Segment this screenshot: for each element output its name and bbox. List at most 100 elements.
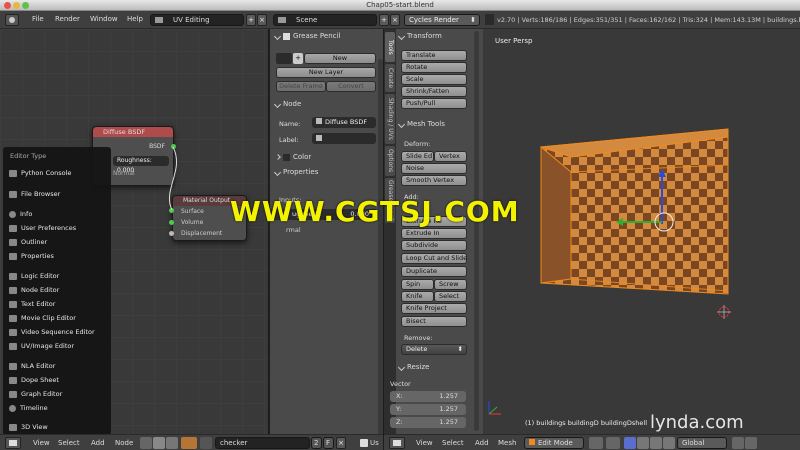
new-button[interactable]: New (304, 53, 376, 64)
add-icon[interactable]: + (293, 53, 303, 64)
subdivide-button[interactable]: Subdivide (401, 240, 467, 251)
tools-scrollbar[interactable] (474, 31, 479, 431)
tab-create[interactable]: Create (385, 64, 395, 92)
slide-edge-button[interactable]: Slide Ed (401, 151, 434, 162)
knife-button[interactable]: Knife (401, 291, 434, 302)
info-editor-type-button[interactable] (5, 14, 19, 26)
menu-item-python-console[interactable]: Python Console (9, 167, 71, 179)
menu-item-timeline[interactable]: Timeline (9, 402, 48, 414)
screw-button[interactable]: Screw (434, 279, 467, 290)
extrude-individual-button[interactable]: Extrude In (401, 228, 467, 239)
unlink-material-button[interactable]: × (336, 437, 346, 449)
3d-menu-add[interactable]: Add (475, 439, 489, 447)
menu-item-text-editor[interactable]: Text Editor (9, 298, 55, 310)
menu-item-movie-clip-editor[interactable]: Movie Clip Editor (9, 312, 76, 324)
3d-viewport[interactable]: User Persp (1) buildings buildingD build… (483, 29, 800, 434)
minimize-window-button[interactable] (13, 2, 20, 9)
delete-frame-button[interactable]: Delete Frame (276, 81, 326, 92)
vertex-select-icon[interactable] (732, 437, 744, 449)
convert-button[interactable]: Convert (326, 81, 376, 92)
zoom-window-button[interactable] (22, 2, 29, 9)
shrink-fatten-button[interactable]: Shrink/Fatten (401, 86, 467, 97)
render-engine-select[interactable]: Cycles Render ⬍ (404, 14, 480, 26)
menu-help[interactable]: Help (127, 15, 143, 23)
node-name-field[interactable]: Diffuse BSDF (312, 117, 376, 128)
node-panel-header[interactable]: Node (272, 99, 377, 110)
grease-pencil-header[interactable]: Grease Pencil (272, 31, 377, 42)
remove-layout-button[interactable]: × (257, 14, 267, 26)
menu-node[interactable]: Node (115, 439, 133, 447)
menu-window[interactable]: Window (90, 15, 118, 23)
viewport-shading-icon[interactable] (589, 437, 603, 449)
add-layout-button[interactable]: + (246, 14, 256, 26)
menu-item-user-preferences[interactable]: User Preferences (9, 222, 76, 234)
menu-item-dope-sheet[interactable]: Dope Sheet (9, 374, 59, 386)
transform-orientation-select[interactable]: Global (677, 437, 727, 449)
menu-render[interactable]: Render (55, 15, 80, 23)
3d-menu-view[interactable]: View (416, 439, 433, 447)
scene-select[interactable]: Scene (273, 14, 377, 26)
loop-cut-button[interactable]: Loop Cut and Slide (401, 253, 467, 264)
screen-layout-select[interactable]: UV Editing (150, 14, 244, 26)
new-layer-button[interactable]: New Layer (276, 67, 376, 78)
editor-type-button[interactable] (5, 437, 21, 449)
properties-scrollbar[interactable] (378, 59, 383, 439)
resize-panel-header[interactable]: Resize (396, 362, 476, 373)
transform-panel-header[interactable]: Transform (396, 31, 476, 42)
menu-item-properties[interactable]: Properties (9, 250, 54, 262)
fake-user-button[interactable]: F (323, 437, 334, 449)
add-scene-button[interactable]: + (379, 14, 389, 26)
manipulator-icon[interactable] (624, 437, 636, 449)
browse-material-icon[interactable] (200, 437, 212, 449)
vector-y-field[interactable]: Y: 1.257 (390, 404, 466, 415)
rotate-button[interactable]: Rotate (401, 62, 467, 73)
remove-scene-button[interactable]: × (390, 14, 400, 26)
noise-button[interactable]: Noise (401, 163, 467, 174)
material-preview-icon[interactable] (181, 437, 197, 449)
tab-shading-uvs[interactable]: Shading / UVs (385, 94, 395, 144)
knife-project-button[interactable]: Knife Project (401, 303, 467, 314)
node-label-field[interactable] (312, 133, 376, 144)
rotate-manipulator-icon[interactable] (650, 437, 662, 449)
menu-item-node-editor[interactable]: Node Editor (9, 284, 59, 296)
object-shader-icon[interactable] (153, 437, 165, 449)
slide-vertex-button[interactable]: Vertex (434, 151, 467, 162)
vector-z-field[interactable]: Z: 1.257 (390, 417, 466, 428)
volume-input-socket[interactable] (169, 220, 174, 225)
menu-item-graph-editor[interactable]: Graph Editor (9, 388, 62, 400)
tab-options[interactable]: Options (385, 146, 395, 176)
smooth-vertex-button[interactable]: Smooth Vertex (401, 175, 467, 186)
menu-item-3d-view[interactable]: 3D View (9, 421, 48, 433)
use-nodes-checkbox[interactable] (360, 439, 368, 447)
material-users-count[interactable]: 2 (311, 437, 322, 449)
tab-tools[interactable]: Tools (385, 32, 395, 62)
color-checkbox[interactable] (283, 153, 290, 161)
scale-button[interactable]: Scale (401, 74, 467, 85)
3d-menu-select[interactable]: Select (442, 439, 464, 447)
menu-item-outliner[interactable]: Outliner (9, 236, 47, 248)
displacement-input-socket[interactable] (169, 231, 174, 236)
3d-menu-mesh[interactable]: Mesh (498, 439, 516, 447)
translate-button[interactable]: Translate (401, 50, 467, 61)
grease-pencil-checkbox[interactable] (283, 32, 290, 40)
scale-manipulator-icon[interactable] (663, 437, 675, 449)
properties-panel-header[interactable]: Properties (272, 167, 377, 178)
color-panel-header[interactable]: Color (272, 152, 377, 163)
menu-add[interactable]: Add (91, 439, 105, 447)
bisect-button[interactable]: Bisect (401, 316, 467, 327)
3d-view-editor-type-button[interactable] (389, 437, 405, 449)
shader-type-icon[interactable] (140, 437, 152, 449)
menu-item-file-browser[interactable]: File Browser (9, 188, 60, 200)
duplicate-button[interactable]: Duplicate (401, 266, 467, 277)
menu-item-nla-editor[interactable]: NLA Editor (9, 360, 55, 372)
pencil-icon[interactable] (276, 53, 292, 64)
mesh-tools-header[interactable]: Mesh Tools (396, 119, 476, 130)
vector-x-field[interactable]: X: 1.257 (390, 391, 466, 402)
edge-select-icon[interactable] (745, 437, 757, 449)
menu-file[interactable]: File (32, 15, 44, 23)
interaction-mode-select[interactable]: Edit Mode (524, 437, 584, 449)
push-pull-button[interactable]: Push/Pull (401, 98, 467, 109)
spin-button[interactable]: Spin (401, 279, 434, 290)
menu-view[interactable]: View (33, 439, 50, 447)
menu-select[interactable]: Select (58, 439, 80, 447)
